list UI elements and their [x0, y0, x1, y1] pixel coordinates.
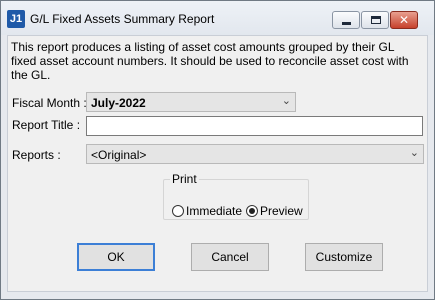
customize-button[interactable]: Customize [305, 243, 383, 271]
print-preview-label: Preview [260, 204, 303, 218]
print-preview-radio[interactable]: Preview [246, 204, 303, 218]
print-group-label: Print [172, 172, 197, 186]
fiscal-month-value: July-2022 [91, 96, 146, 110]
minimize-button[interactable] [332, 11, 360, 29]
reports-select[interactable]: <Original> ⌄ [86, 144, 424, 164]
close-icon: ✕ [398, 13, 410, 27]
cancel-button[interactable]: Cancel [191, 243, 269, 271]
app-icon: J1 [7, 10, 25, 28]
close-button[interactable]: ✕ [390, 11, 418, 29]
chevron-down-icon: ⌄ [409, 147, 419, 159]
report-title-label: Report Title : [12, 118, 81, 132]
radio-unchecked-icon [172, 205, 184, 217]
report-title-input[interactable] [86, 116, 423, 136]
minimize-icon [342, 22, 351, 25]
maximize-icon [371, 16, 381, 24]
window-title: G/L Fixed Assets Summary Report [30, 12, 215, 26]
maximize-button[interactable] [361, 11, 389, 29]
dialog-window: J1 G/L Fixed Assets Summary Report ✕ Thi… [0, 0, 435, 300]
fiscal-month-label: Fiscal Month : [12, 96, 87, 110]
radio-checked-icon [246, 205, 258, 217]
dialog-content: This report produces a listing of asset … [7, 35, 428, 292]
report-description: This report produces a listing of asset … [11, 40, 409, 82]
title-bar[interactable]: J1 G/L Fixed Assets Summary Report ✕ [1, 1, 434, 35]
print-immediate-label: Immediate [186, 204, 243, 218]
reports-value: <Original> [91, 148, 147, 162]
chevron-down-icon: ⌄ [281, 95, 291, 107]
reports-label: Reports : [12, 148, 61, 162]
print-immediate-radio[interactable]: Immediate [172, 204, 242, 218]
ok-button[interactable]: OK [77, 243, 155, 271]
fiscal-month-select[interactable]: July-2022 ⌄ [86, 92, 296, 112]
print-group: Print Immediate Preview [163, 172, 309, 220]
